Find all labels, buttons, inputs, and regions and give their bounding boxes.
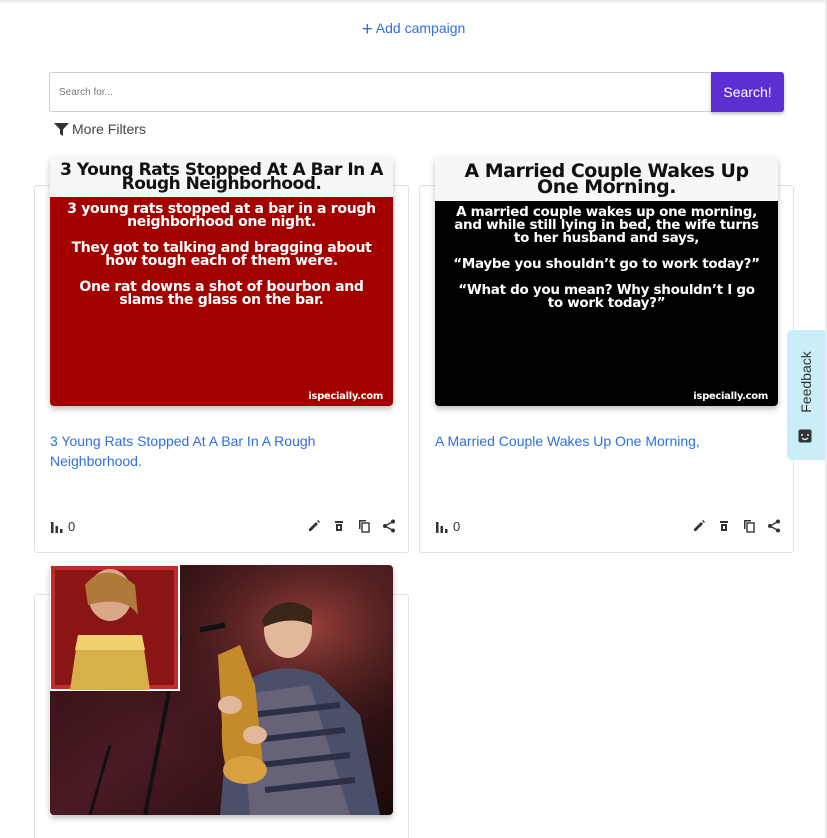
image-heading: A Married Couple Wakes Up One Morning. bbox=[435, 156, 778, 201]
archive-icon[interactable] bbox=[332, 519, 346, 533]
image-body: A married couple wakes up one morning, a… bbox=[435, 201, 778, 406]
search-input[interactable] bbox=[49, 72, 711, 112]
copy-icon[interactable] bbox=[357, 519, 371, 533]
search-bar: Search! bbox=[49, 72, 784, 112]
feedback-label: Feedback bbox=[798, 351, 814, 413]
campaign-title-link[interactable]: 3 Young Rats Stopped At A Bar In A Rough… bbox=[50, 431, 350, 471]
image-heading: 3 Young Rats Stopped At A Bar In A Rough… bbox=[50, 156, 393, 197]
add-campaign-label: Add campaign bbox=[375, 20, 466, 36]
smiley-icon bbox=[798, 429, 812, 443]
image-paragraph: They got to talking and bragging about h… bbox=[71, 240, 372, 269]
joke-image: 3 Young Rats Stopped At A Bar In A Rough… bbox=[50, 156, 393, 406]
views-count: 0 bbox=[68, 519, 76, 534]
top-shadow bbox=[0, 0, 827, 4]
image-paragraph: A married couple wakes up one morning, a… bbox=[454, 204, 759, 246]
bar-chart-icon bbox=[436, 522, 448, 533]
campaign-thumbnail[interactable]: A Married Couple Wakes Up One Morning. A… bbox=[435, 156, 778, 406]
image-paragraph: “Maybe you shouldn’t go to work today?” bbox=[453, 256, 760, 272]
more-filters-toggle[interactable]: More Filters bbox=[54, 121, 146, 137]
card-actions bbox=[296, 519, 396, 533]
bar-chart-icon bbox=[51, 522, 63, 533]
search-button[interactable]: Search! bbox=[711, 72, 784, 112]
feedback-tab[interactable]: Feedback bbox=[787, 330, 825, 460]
image-body: 3 young rats stopped at a bar in a rough… bbox=[50, 197, 393, 406]
edit-icon[interactable] bbox=[692, 519, 706, 533]
campaign-title-link[interactable]: A Married Couple Wakes Up One Morning, bbox=[435, 431, 755, 451]
image-watermark: ispecially.com bbox=[693, 391, 768, 402]
image-paragraph: One rat downs a shot of bourbon and slam… bbox=[79, 279, 364, 308]
copy-icon[interactable] bbox=[742, 519, 756, 533]
views-count: 0 bbox=[453, 519, 461, 534]
add-campaign-link[interactable]: + Add campaign bbox=[0, 19, 827, 41]
share-icon[interactable] bbox=[382, 519, 396, 533]
campaign-stats: 0 bbox=[51, 519, 75, 534]
archive-icon[interactable] bbox=[717, 519, 731, 533]
campaign-thumbnail[interactable]: 3 Young Rats Stopped At A Bar In A Rough… bbox=[50, 156, 393, 406]
joke-image: A Married Couple Wakes Up One Morning. A… bbox=[435, 156, 778, 406]
edit-icon[interactable] bbox=[307, 519, 321, 533]
more-filters-label: More Filters bbox=[72, 121, 146, 137]
campaign-thumbnail[interactable] bbox=[50, 565, 393, 815]
performance-photo bbox=[50, 565, 393, 815]
image-paragraph: 3 young rats stopped at a bar in a rough… bbox=[67, 201, 376, 230]
image-watermark: ispecially.com bbox=[308, 391, 383, 402]
card-actions bbox=[681, 519, 781, 533]
campaign-stats: 0 bbox=[436, 519, 460, 534]
plus-icon: + bbox=[361, 19, 373, 40]
image-paragraph: “What do you mean? Why shouldn’t I go to… bbox=[458, 282, 755, 311]
share-icon[interactable] bbox=[767, 519, 781, 533]
filter-icon bbox=[54, 122, 69, 136]
